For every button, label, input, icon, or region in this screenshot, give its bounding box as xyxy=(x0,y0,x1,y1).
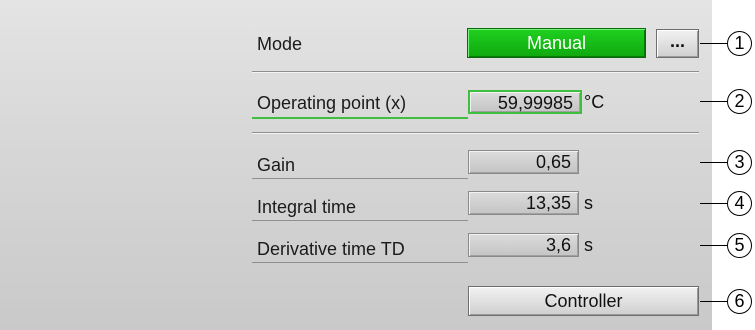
integral-time-unit: s xyxy=(584,193,593,213)
mode-label: Mode xyxy=(257,34,303,54)
gain-underline xyxy=(252,178,468,179)
callout-2: 2 xyxy=(727,89,752,114)
integral-time-underline xyxy=(252,220,468,221)
divider-highlight xyxy=(252,72,699,73)
callout-line-2 xyxy=(700,101,727,102)
mode-value: Manual xyxy=(526,33,587,53)
derivative-time-unit: s xyxy=(584,235,593,255)
controller-button[interactable]: Controller xyxy=(468,286,699,316)
controller-button-label: Controller xyxy=(544,291,623,311)
derivative-time-value[interactable]: 3,6 xyxy=(468,233,579,257)
operating-point-unit: °C xyxy=(584,92,605,112)
more-dots-label: ... xyxy=(669,31,685,51)
divider-highlight xyxy=(252,133,699,134)
callout-4: 4 xyxy=(727,191,752,216)
derivative-time-underline xyxy=(252,262,468,263)
callout-6: 6 xyxy=(727,289,752,314)
operating-point-underline xyxy=(252,117,468,119)
callout-line-6 xyxy=(700,301,727,302)
derivative-time-label: Derivative time TD xyxy=(257,239,405,259)
callout-line-3 xyxy=(700,162,727,163)
gain-label: Gain xyxy=(257,155,296,175)
callout-5: 5 xyxy=(727,233,752,258)
callout-1: 1 xyxy=(727,31,752,56)
integral-time-label: Integral time xyxy=(257,197,357,217)
operating-point-value[interactable]: 59,99985 xyxy=(468,90,582,114)
integral-time-value[interactable]: 13,35 xyxy=(468,191,579,215)
mode-more-button[interactable]: ... xyxy=(656,29,699,58)
callout-line-1 xyxy=(700,43,727,44)
callout-line-4 xyxy=(700,203,727,204)
mode-button[interactable]: Manual xyxy=(467,28,646,58)
callout-3: 3 xyxy=(727,150,752,175)
gain-value[interactable]: 0,65 xyxy=(468,150,579,174)
operating-point-label: Operating point (x) xyxy=(257,93,407,113)
callout-line-5 xyxy=(700,245,727,246)
